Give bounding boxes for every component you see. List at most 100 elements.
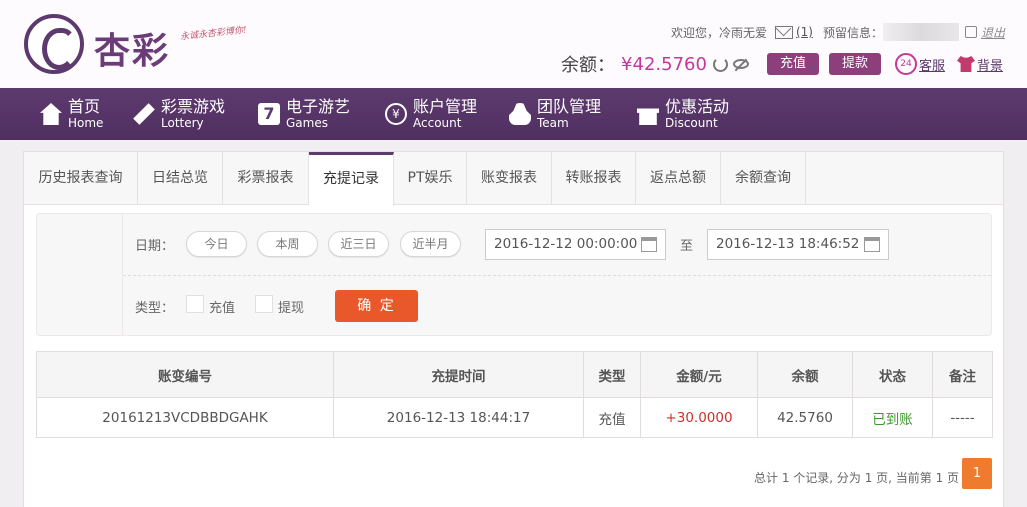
balance-bar: 余额： ¥42.5760 充值 提款 24 客服 背景	[561, 50, 1003, 78]
nav-item-home[interactable]: 首页 Home	[40, 96, 103, 132]
record-status-cell: 已到账	[852, 397, 933, 438]
filter-sidebar	[37, 214, 123, 335]
balance-label: 余额：	[561, 55, 616, 76]
type-label: 类型：	[135, 301, 175, 316]
user-info-bar: 欢迎您， 冷雨无爱 (1) 预留信息： 退出	[671, 22, 1005, 42]
refresh-icon[interactable]	[712, 56, 728, 72]
withdraw-option-label[interactable]: 提现	[278, 297, 304, 316]
customer-service-link[interactable]: 客服	[919, 55, 945, 74]
header: 杏彩 永诚永杏彩博你! 欢迎您， 冷雨无爱 (1) 预留信息： 退出 余额： ¥…	[0, 0, 1027, 88]
range-this-week-button[interactable]: 本周	[257, 231, 318, 257]
table-header-row: 账变编号 充提时间 类型 金额/元 余额 状态 备注	[36, 351, 993, 398]
mail-icon[interactable]	[774, 25, 793, 39]
shirt-icon[interactable]	[956, 56, 975, 72]
tab-rebate-total[interactable]: 返点总额	[636, 152, 721, 205]
nav-label-en: Account	[413, 116, 462, 130]
logo-text: 杏彩	[94, 30, 171, 72]
message-count-link[interactable]: (1)	[796, 25, 813, 39]
lottery-ticket-icon	[128, 98, 159, 129]
range-half-month-button[interactable]: 近半月	[400, 231, 461, 257]
range-three-days-button[interactable]: 近三日	[328, 231, 389, 257]
gift-icon	[637, 108, 659, 125]
record-note-cell: -----	[932, 397, 993, 438]
recharge-button[interactable]: 充值	[766, 53, 819, 75]
hide-balance-icon[interactable]	[732, 59, 749, 69]
nav-label-zh: 账户管理	[413, 97, 478, 116]
end-date-input[interactable]: 2016-12-13 18:46:52	[707, 229, 889, 260]
withdraw-checkbox[interactable]	[255, 295, 273, 313]
tab-lottery-report[interactable]: 彩票报表	[223, 152, 309, 205]
reserved-info-masked	[882, 23, 959, 41]
reserved-info-label: 预留信息：	[822, 25, 883, 40]
column-header: 金额/元	[640, 351, 758, 398]
nav-label-en: Team	[537, 116, 569, 130]
column-header: 充提时间	[333, 351, 584, 398]
end-date-value: 2016-12-13 18:46:52	[716, 236, 860, 252]
background-link[interactable]: 背景	[977, 55, 1003, 74]
confirm-button[interactable]: 确 定	[335, 290, 418, 322]
nav-label-zh: 彩票游戏	[161, 97, 226, 116]
to-label: 至	[680, 239, 694, 254]
record-type-cell: 充值	[583, 397, 641, 438]
tab-balance-query[interactable]: 余额查询	[721, 152, 806, 205]
report-panel: 历史报表查询 日结总览 彩票报表 充提记录 PT娱乐 账变报表 转账报表 返点总…	[23, 151, 1004, 507]
nav-item-account[interactable]: ¥ 账户管理 Account	[385, 96, 477, 132]
site-logo[interactable]: 杏彩 永诚永杏彩博你!	[24, 14, 264, 80]
nav-label-zh: 优惠活动	[665, 97, 730, 116]
start-date-value: 2016-12-12 00:00:00	[494, 236, 638, 252]
filter-box: 日期： 今日 本周 近三日 近半月 2016-12-12 00:00:00 至 …	[36, 213, 992, 336]
main-nav: 首页 Home 彩票游戏 Lottery 7 电子游艺 Games ¥ 账户管理 Acc…	[0, 88, 1027, 140]
record-time-cell: 2016-12-13 18:44:17	[333, 397, 584, 438]
username: 冷雨无爱	[718, 25, 767, 40]
logo-emblem-icon	[24, 14, 84, 74]
date-label: 日期：	[135, 239, 175, 254]
nav-item-team[interactable]: 团队管理 Team	[509, 96, 601, 132]
column-header: 账变编号	[36, 351, 334, 398]
records-table: 账变编号 充提时间 类型 金额/元 余额 状态 备注 20161213VCDBB…	[36, 351, 993, 438]
nav-item-games[interactable]: 7 电子游艺 Games	[258, 96, 350, 132]
record-id-cell: 20161213VCDBBDGAHK	[36, 397, 334, 438]
home-icon	[40, 103, 62, 125]
team-icon	[509, 103, 531, 125]
balance-value: ¥42.5760	[621, 53, 707, 75]
divider	[123, 275, 991, 276]
customer-service-icon[interactable]: 24	[894, 53, 917, 75]
tab-history-report[interactable]: 历史报表查询	[24, 152, 138, 205]
range-today-button[interactable]: 今日	[186, 231, 247, 257]
nav-item-discount[interactable]: 优惠活动 Discount	[637, 96, 729, 132]
slot-seven-icon: 7	[258, 103, 280, 125]
tab-account-change-report[interactable]: 账变报表	[467, 152, 552, 205]
logout-link[interactable]: 退出	[981, 24, 1005, 41]
tab-transfer-report[interactable]: 转账报表	[552, 152, 636, 205]
calendar-icon[interactable]	[641, 237, 657, 252]
nav-label-en: Discount	[665, 116, 718, 130]
pagination-summary: 总计 1 个记录, 分为 1 页, 当前第 1 页	[754, 471, 960, 485]
column-header: 状态	[852, 351, 933, 398]
column-header: 备注	[932, 351, 993, 398]
nav-label-zh: 电子游艺	[286, 97, 351, 116]
nav-label-en: Lottery	[161, 116, 204, 130]
recharge-option-label[interactable]: 充值	[209, 297, 235, 316]
recharge-checkbox[interactable]	[186, 295, 204, 313]
column-header: 类型	[583, 351, 641, 398]
page-1-button[interactable]: 1	[962, 458, 992, 489]
tab-daily-overview[interactable]: 日结总览	[138, 152, 223, 205]
table-row: 20161213VCDBBDGAHK 2016-12-13 18:44:17 充…	[36, 397, 993, 438]
report-tabs: 历史报表查询 日结总览 彩票报表 充提记录 PT娱乐 账变报表 转账报表 返点总…	[24, 152, 1003, 206]
yuan-coin-icon: ¥	[385, 103, 407, 125]
tab-pt-entertainment[interactable]: PT娱乐	[394, 152, 467, 205]
nav-label-zh: 首页	[68, 97, 101, 116]
tab-deposit-withdraw-records[interactable]: 充提记录	[309, 152, 394, 206]
record-amount-cell: +30.0000	[640, 397, 758, 438]
edit-icon[interactable]	[964, 26, 977, 38]
record-balance-cell: 42.5760	[757, 397, 853, 438]
calendar-icon[interactable]	[864, 237, 880, 252]
logo-slogan: 永诚永杏彩博你!	[179, 25, 248, 43]
nav-label-zh: 团队管理	[537, 97, 602, 116]
withdraw-button[interactable]: 提款	[828, 53, 881, 75]
start-date-input[interactable]: 2016-12-12 00:00:00	[485, 229, 666, 260]
nav-label-en: Games	[286, 116, 328, 130]
column-header: 余额	[757, 351, 853, 398]
welcome-text: 欢迎您，	[670, 25, 719, 40]
nav-item-lottery[interactable]: 彩票游戏 Lottery	[133, 96, 225, 132]
